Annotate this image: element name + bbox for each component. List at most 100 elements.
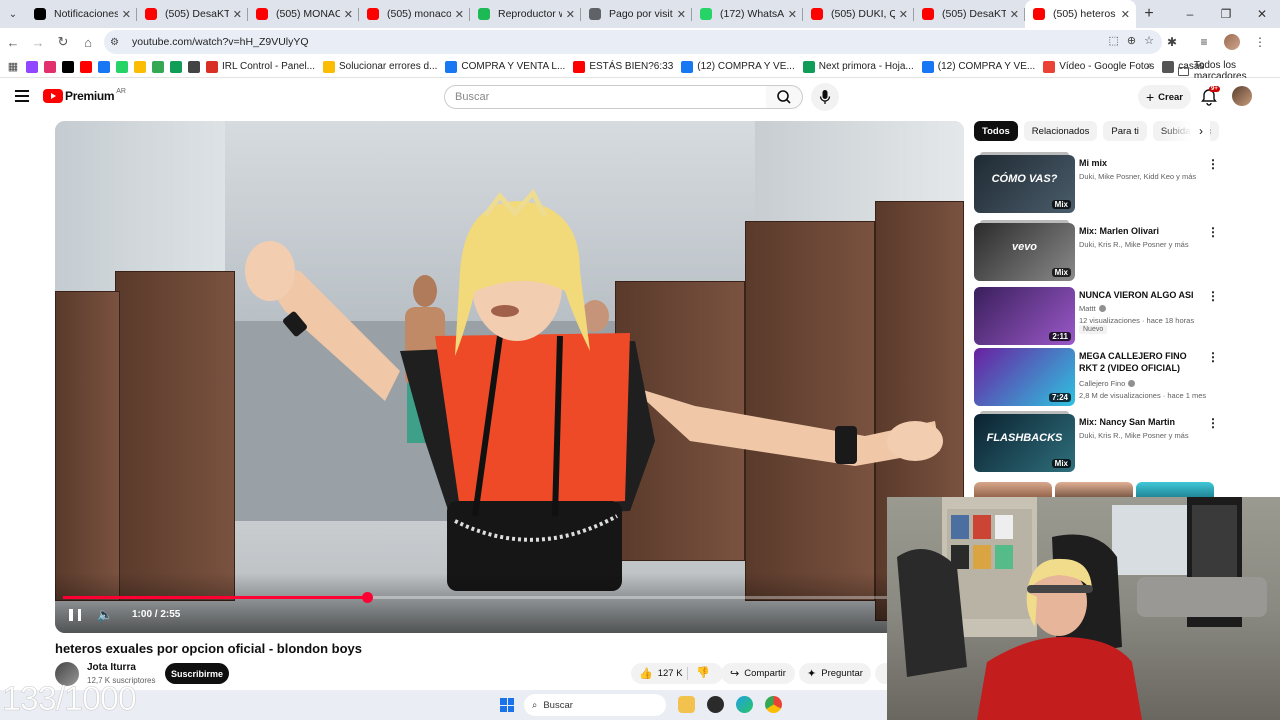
- close-tab-icon[interactable]: ✕: [122, 8, 131, 21]
- more-bookmarks-icon[interactable]: »: [1146, 60, 1152, 71]
- recommendation-item[interactable]: FLASHBACKS Mix Mix: Nancy San Martin Duki, …: [974, 411, 1224, 472]
- recommendation-title[interactable]: NUNCA VIERON ALGO ASI: [1079, 289, 1204, 301]
- app-icon[interactable]: [707, 696, 724, 713]
- close-tab-icon[interactable]: ✕: [677, 8, 686, 21]
- video-thumbnail[interactable]: 2:11: [974, 287, 1075, 345]
- tab-search-icon[interactable]: ⌄: [0, 0, 26, 28]
- forward-icon[interactable]: →: [26, 30, 50, 54]
- recommendation-title[interactable]: MEGA CALLEJERO FINO RKT 2 (VIDEO OFICIAL…: [1079, 350, 1204, 374]
- windows-start-icon[interactable]: [500, 698, 514, 712]
- bookmark-item[interactable]: Solucionar errores d...: [323, 60, 437, 73]
- channel-name[interactable]: Jota Iturra: [87, 662, 136, 673]
- bookmark-item[interactable]: ESTÁS BIEN?6:33: [573, 60, 673, 73]
- install-app-icon[interactable]: ⬚: [1109, 34, 1119, 47]
- address-bar[interactable]: ⚙ youtube.com/watch?v=hH_Z9VUlyYQ ⬚ ⊕ ☆: [104, 30, 1162, 54]
- close-window-icon[interactable]: ✕: [1244, 0, 1280, 28]
- recommendation-item[interactable]: 7:24 MEGA CALLEJERO FINO RKT 2 (VIDEO OFI…: [974, 348, 1224, 406]
- bookmark-item[interactable]: Vídeo - Google Fotos: [1043, 60, 1154, 73]
- browser-tab[interactable]: (505) DUKI, Quev ✕: [803, 0, 914, 28]
- browser-tab[interactable]: Reproductor web ✕: [470, 0, 581, 28]
- back-icon[interactable]: ←: [1, 30, 25, 54]
- thumbs-down-icon[interactable]: 👎: [696, 666, 710, 679]
- more-options-icon[interactable]: ⋮: [1207, 416, 1219, 430]
- bookmark-item[interactable]: [188, 60, 204, 73]
- home-icon[interactable]: ⌂: [76, 30, 100, 54]
- browser-tab[interactable]: (505) heteros ✕: [1025, 0, 1136, 28]
- chevron-right-icon[interactable]: ›: [1192, 121, 1210, 141]
- bookmark-item[interactable]: (12) COMPRA Y VE...: [921, 60, 1035, 73]
- new-tab-button[interactable]: +: [1136, 5, 1162, 23]
- close-tab-icon[interactable]: ✕: [1010, 8, 1019, 21]
- browser-tab[interactable]: Notificaciones / X ✕: [26, 0, 137, 28]
- bookmark-item[interactable]: [152, 60, 168, 73]
- video-thumbnail[interactable]: 7:24: [974, 348, 1075, 406]
- filter-chip[interactable]: Todos: [974, 121, 1018, 141]
- more-options-icon[interactable]: ⋮: [1207, 157, 1219, 171]
- chrome-icon[interactable]: [765, 696, 782, 713]
- recommendation-title[interactable]: Mix: Nancy San Martin: [1079, 416, 1204, 428]
- zoom-icon[interactable]: ⊕: [1127, 34, 1136, 47]
- close-tab-icon[interactable]: ✕: [1121, 8, 1130, 21]
- video-thumbnail[interactable]: CÓMO VAS? Mix: [974, 155, 1075, 213]
- create-button[interactable]: + Crear: [1138, 85, 1191, 109]
- close-tab-icon[interactable]: ✕: [233, 8, 242, 21]
- chrome-menu-icon[interactable]: ⋮: [1248, 30, 1272, 54]
- browser-tab[interactable]: (505) MONACO / ✕: [248, 0, 359, 28]
- bookmark-item[interactable]: (12) COMPRA Y VE...: [681, 60, 795, 73]
- pause-icon[interactable]: [69, 609, 81, 621]
- ask-button[interactable]: ✦ Preguntar: [799, 663, 871, 684]
- browser-tab[interactable]: Pago por visita Sp ✕: [581, 0, 692, 28]
- taskbar-search[interactable]: ⌕ Buscar: [524, 694, 666, 716]
- apps-grid-icon[interactable]: ▦: [0, 60, 26, 73]
- scrubber-handle[interactable]: [361, 592, 373, 603]
- close-tab-icon[interactable]: ✕: [344, 8, 353, 21]
- bookmark-item[interactable]: [116, 60, 132, 73]
- bookmark-item[interactable]: [62, 60, 78, 73]
- browser-tab[interactable]: (505) DesaKTa2 // ✕: [137, 0, 248, 28]
- bookmark-item[interactable]: [170, 60, 186, 73]
- volume-icon[interactable]: 🔈: [97, 607, 113, 623]
- minimize-icon[interactable]: –: [1172, 0, 1208, 28]
- filter-chip[interactable]: Para ti: [1103, 121, 1147, 141]
- more-options-icon[interactable]: ⋮: [1207, 289, 1219, 303]
- bookmark-item[interactable]: IRL Control - Panel...: [206, 60, 315, 73]
- browser-tab[interactable]: (172) WhatsApp ✕: [692, 0, 803, 28]
- maximize-icon[interactable]: ❐: [1208, 0, 1244, 28]
- bookmark-item[interactable]: [98, 60, 114, 73]
- youtube-premium-logo[interactable]: Premium AR: [43, 88, 126, 103]
- close-tab-icon[interactable]: ✕: [566, 8, 575, 21]
- menu-icon[interactable]: [15, 90, 29, 102]
- edge-icon[interactable]: [736, 696, 753, 713]
- browser-tab[interactable]: (505) monaco - Yo ✕: [359, 0, 470, 28]
- close-tab-icon[interactable]: ✕: [899, 8, 908, 21]
- video-thumbnail[interactable]: vevo Mix: [974, 223, 1075, 281]
- search-button[interactable]: [766, 85, 803, 109]
- site-info-icon[interactable]: ⚙: [110, 37, 126, 48]
- search-input[interactable]: Buscar: [444, 85, 767, 109]
- reload-icon[interactable]: ↻: [51, 30, 75, 54]
- recommendation-title[interactable]: Mi mix: [1079, 157, 1204, 169]
- voice-search-button[interactable]: [811, 83, 839, 111]
- bookmark-item[interactable]: [134, 60, 150, 73]
- share-button[interactable]: ↪ Compartir: [721, 663, 795, 684]
- recommendation-item[interactable]: CÓMO VAS? Mix Mi mix Duki, Mike Posner, Kid…: [974, 152, 1224, 213]
- profile-avatar[interactable]: [1224, 34, 1240, 50]
- media-control-icon[interactable]: ≡: [1192, 30, 1216, 54]
- bookmark-item[interactable]: Next primora - Hoja...: [802, 60, 914, 73]
- file-explorer-icon[interactable]: [678, 696, 695, 713]
- recommendation-item[interactable]: vevo Mix Mix: Marlen Olivari Duki, Kris R.,…: [974, 220, 1224, 281]
- bookmark-item[interactable]: COMPRA Y VENTA L...: [445, 60, 565, 73]
- like-button[interactable]: 👍 127 K 👎: [631, 663, 723, 684]
- bookmark-item[interactable]: [80, 60, 96, 73]
- video-player[interactable]: 🔈 1:00 / 2:55 ▭ ⚙: [55, 121, 964, 633]
- account-avatar[interactable]: [1232, 86, 1252, 106]
- extensions-icon[interactable]: ✱: [1160, 30, 1184, 54]
- bookmark-item[interactable]: [26, 60, 42, 73]
- recommendation-title[interactable]: Mix: Marlen Olivari: [1079, 225, 1204, 237]
- close-tab-icon[interactable]: ✕: [455, 8, 464, 21]
- more-options-icon[interactable]: ⋮: [1207, 350, 1219, 364]
- video-thumbnail[interactable]: FLASHBACKS Mix: [974, 414, 1075, 472]
- recommendation-item[interactable]: 2:11 NUNCA VIERON ALGO ASI Mattt 12 visuali…: [974, 287, 1224, 345]
- close-tab-icon[interactable]: ✕: [788, 8, 797, 21]
- browser-tab[interactable]: (505) DesaKTa2 x ✕: [914, 0, 1025, 28]
